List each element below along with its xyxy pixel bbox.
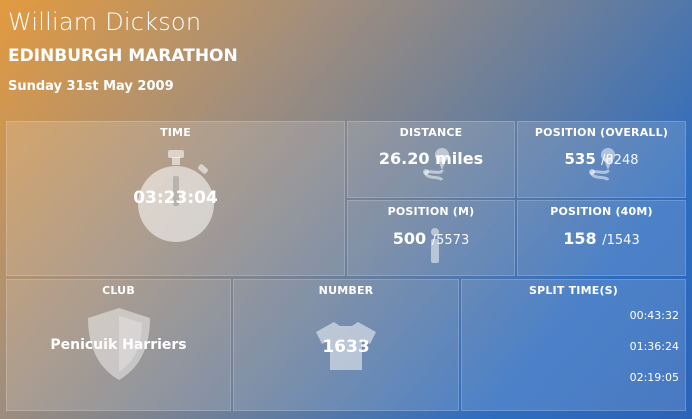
time-label: TIME [160,126,191,139]
club-value: Penicuik Harriers [50,337,187,353]
position-overall-total: /8248 [601,153,639,168]
number-label: NUMBER [318,284,374,297]
time-tile: TIME 03:23:04 [6,121,345,276]
position-40m-tile: POSITION (40M) 158 /1543 [517,200,686,276]
position-m-number: 500 [392,229,427,248]
position-40m-value: 158 /1543 [518,229,685,248]
number-value: 1633 [322,337,370,357]
event-date: Sunday 31st May 2009 [8,79,174,94]
position-overall-value: 535 /8248 [518,150,685,168]
split-time-item: 01:36:24 [629,340,679,353]
position-m-total: /5573 [431,233,470,248]
club-tile: CLUB Penicuik Harriers [6,279,231,411]
position-m-value: 500 /5573 [348,229,514,248]
position-overall-tile: POSITION (OVERALL) 535 /8248 [517,121,686,198]
runner-name: William Dickson [8,8,202,36]
club-label: CLUB [102,284,135,297]
number-tile: NUMBER 1633 [233,279,459,411]
split-time-item: 00:43:32 [629,309,679,322]
position-40m-label: POSITION (40M) [550,205,653,218]
position-overall-label: POSITION (OVERALL) [534,126,669,139]
split-times-tile: SPLIT TIME(S) 00:43:32 01:36:24 02:19:05 [461,279,686,411]
split-times-label: SPLIT TIME(S) [528,284,619,297]
split-times-list: 00:43:32 01:36:24 02:19:05 [630,308,679,401]
position-40m-total: /1543 [602,233,640,248]
position-m-tile: POSITION (M) 500 /5573 [347,200,515,276]
time-value: 03:23:04 [133,188,218,208]
distance-tile: DISTANCE 26.20 miles [347,121,515,198]
position-m-label: POSITION (M) [387,205,475,218]
event-name: EDINBURGH MARATHON [8,46,238,66]
split-time-item: 02:19:05 [629,371,679,384]
position-overall-number: 535 [564,150,596,168]
distance-value: 26.20 miles [378,149,484,168]
distance-label: DISTANCE [399,126,463,139]
position-40m-number: 158 [563,229,597,248]
